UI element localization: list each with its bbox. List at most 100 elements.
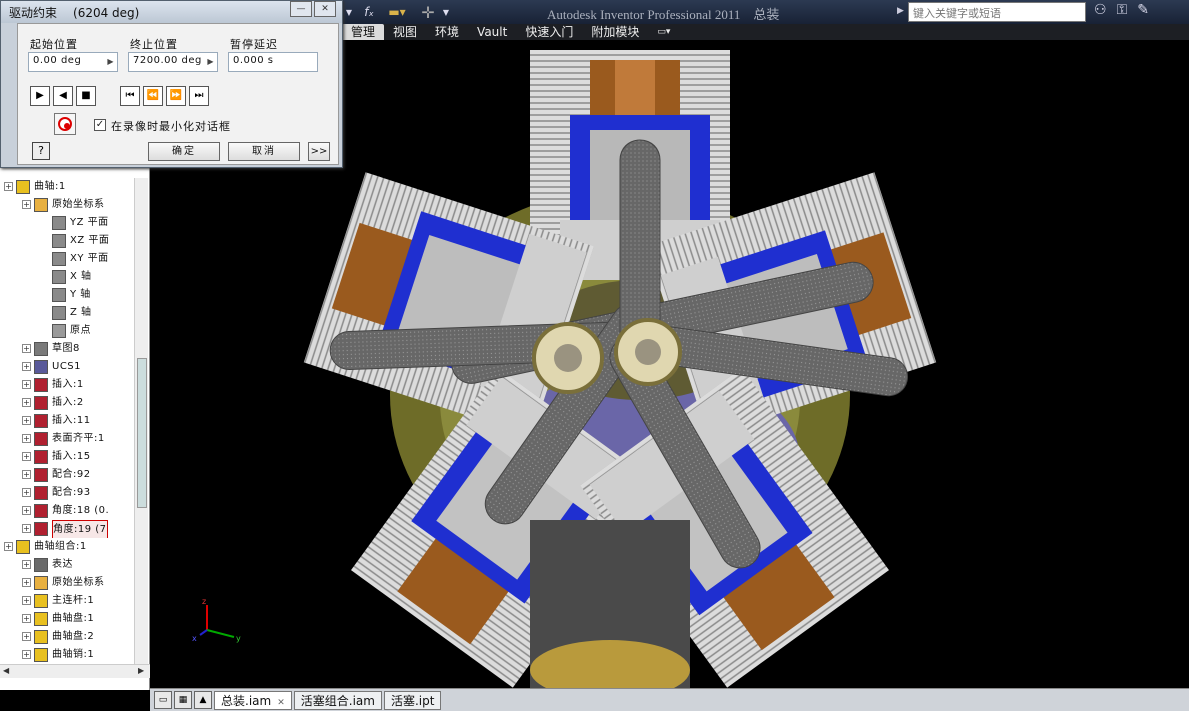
- tab-vault[interactable]: Vault: [468, 24, 516, 40]
- tree-node[interactable]: + 角度:19 (7: [4, 520, 134, 538]
- minimize-button[interactable]: —: [290, 1, 312, 17]
- tree-node[interactable]: + 配合:92: [4, 466, 134, 484]
- tab-list-icon[interactable]: ▲: [194, 691, 212, 709]
- stop-button[interactable]: ■: [76, 86, 96, 106]
- tree-node[interactable]: + 曲轴盘:1: [4, 610, 134, 628]
- forward-step-button[interactable]: ⏩: [166, 86, 186, 106]
- qat-more-icon[interactable]: ▼: [440, 2, 452, 22]
- tree-node[interactable]: + 曲轴销:1: [4, 646, 134, 664]
- expand-icon[interactable]: +: [22, 596, 31, 605]
- go-to-end-button[interactable]: ⏭: [189, 86, 209, 106]
- browser-vertical-scrollbar[interactable]: [134, 178, 148, 678]
- play-forward-button[interactable]: ▶: [30, 86, 50, 106]
- tree-node-label: 插入:2: [52, 397, 84, 408]
- expand-icon[interactable]: +: [22, 488, 31, 497]
- expand-icon[interactable]: +: [22, 506, 31, 515]
- crosshair-icon[interactable]: ✛: [418, 2, 438, 22]
- help-button[interactable]: ?: [32, 142, 50, 160]
- search-input[interactable]: 键入关键字或短语: [908, 2, 1086, 22]
- more-button[interactable]: >>: [308, 142, 330, 161]
- expand-icon[interactable]: +: [22, 470, 31, 479]
- tree-node[interactable]: + 插入:1: [4, 376, 134, 394]
- close-button[interactable]: ✕: [314, 1, 336, 17]
- browser-horizontal-scrollbar[interactable]: ◀ ▶: [0, 664, 150, 678]
- pause-delay-field[interactable]: 0.000 s: [228, 52, 318, 72]
- svg-text:y: y: [236, 634, 241, 643]
- folder-icon: [34, 576, 48, 590]
- expand-icon[interactable]: +: [22, 200, 31, 209]
- tree-node[interactable]: XY 平面: [4, 250, 134, 268]
- expand-icon[interactable]: +: [22, 416, 31, 425]
- binoculars-icon[interactable]: ⚇: [1094, 2, 1107, 18]
- tree-node[interactable]: + 原始坐标系: [4, 574, 134, 592]
- tab-manage[interactable]: 管理: [342, 24, 385, 40]
- tree-node[interactable]: + UCS1: [4, 358, 134, 376]
- tree-node[interactable]: + 表达: [4, 556, 134, 574]
- end-position-field[interactable]: 7200.00 deg ▶: [128, 52, 218, 72]
- tree-node[interactable]: + 曲轴:1: [4, 178, 134, 196]
- expand-icon[interactable]: +: [4, 542, 13, 551]
- tree-node[interactable]: + 插入:2: [4, 394, 134, 412]
- tree-node[interactable]: + 角度:18 (0.: [4, 502, 134, 520]
- tile-windows-icon[interactable]: ▦: [174, 691, 192, 709]
- minimize-while-recording-checkbox[interactable]: ✓: [94, 119, 106, 131]
- scroll-left-icon[interactable]: ◀: [3, 666, 9, 675]
- cancel-button[interactable]: 取消: [228, 142, 300, 161]
- model-tree[interactable]: + 曲轴:1 + 原始坐标系 YZ 平面 XZ 平面 XY 平面 X 轴Y 轴Z 轴原点 + 草图…: [4, 178, 134, 678]
- expand-icon[interactable]: +: [22, 632, 31, 641]
- wrench-icon[interactable]: ✎: [1137, 2, 1149, 18]
- record-button[interactable]: [54, 113, 76, 135]
- measure-icon[interactable]: ▬▾: [382, 2, 412, 22]
- start-position-field[interactable]: 0.00 deg ▶: [28, 52, 118, 72]
- expand-icon[interactable]: +: [22, 614, 31, 623]
- tree-node[interactable]: Z 轴: [4, 304, 134, 322]
- key-icon[interactable]: ⚿: [1117, 2, 1128, 18]
- tree-node[interactable]: + 插入:11: [4, 412, 134, 430]
- expand-icon[interactable]: +: [22, 452, 31, 461]
- ok-button[interactable]: 确定: [148, 142, 220, 161]
- expand-icon[interactable]: +: [22, 578, 31, 587]
- tree-node[interactable]: + 表面齐平:1: [4, 430, 134, 448]
- tree-node[interactable]: XZ 平面: [4, 232, 134, 250]
- play-reverse-button[interactable]: ◀: [53, 86, 73, 106]
- scrollbar-thumb[interactable]: [137, 358, 147, 508]
- reverse-step-button[interactable]: ⏪: [143, 86, 163, 106]
- doc-tab-piston-part[interactable]: 活塞.ipt: [383, 690, 442, 710]
- expand-icon[interactable]: +: [22, 524, 31, 533]
- tree-node[interactable]: 原点: [4, 322, 134, 340]
- tree-node[interactable]: YZ 平面: [4, 214, 134, 232]
- doc-tab-piston-assembly[interactable]: 活塞组合.iam: [293, 690, 382, 710]
- tree-node[interactable]: + 配合:93: [4, 484, 134, 502]
- tree-node[interactable]: Y 轴: [4, 286, 134, 304]
- close-tab-icon[interactable]: ✕: [277, 698, 285, 708]
- doc-tab-main-assembly[interactable]: 总装.iam ✕: [214, 690, 292, 710]
- tree-node[interactable]: + 曲轴盘:2: [4, 628, 134, 646]
- expand-icon[interactable]: +: [22, 344, 31, 353]
- dropdown-arrow-icon[interactable]: ▼: [344, 2, 354, 22]
- tab-environment[interactable]: 环境: [426, 24, 468, 40]
- expand-icon[interactable]: +: [4, 182, 13, 191]
- field-menu-icon[interactable]: ▶: [207, 57, 214, 66]
- scroll-right-icon[interactable]: ▶: [138, 666, 144, 675]
- expand-icon[interactable]: +: [22, 362, 31, 371]
- tree-node[interactable]: + 原始坐标系: [4, 196, 134, 214]
- go-to-start-button[interactable]: ⏮: [120, 86, 140, 106]
- expand-icon[interactable]: +: [22, 398, 31, 407]
- tree-node[interactable]: + 曲轴组合:1: [4, 538, 134, 556]
- function-icon[interactable]: fₓ: [358, 2, 380, 22]
- tab-add-ins[interactable]: 附加模块: [582, 24, 648, 40]
- tab-get-started[interactable]: 快速入门: [516, 24, 582, 40]
- expand-icon[interactable]: +: [22, 560, 31, 569]
- expand-icon[interactable]: +: [22, 650, 31, 659]
- expand-icon[interactable]: +: [22, 434, 31, 443]
- cascade-windows-icon[interactable]: ▭: [154, 691, 172, 709]
- tree-node[interactable]: + 插入:15: [4, 448, 134, 466]
- tree-node[interactable]: + 主连杆:1: [4, 592, 134, 610]
- tree-node[interactable]: + 草图8: [4, 340, 134, 358]
- tree-node[interactable]: X 轴: [4, 268, 134, 286]
- search-expand-icon[interactable]: ▶: [897, 6, 904, 16]
- field-menu-icon[interactable]: ▶: [107, 57, 114, 66]
- ribbon-options-icon[interactable]: ▭▾: [648, 24, 679, 40]
- tab-view[interactable]: 视图: [384, 24, 426, 40]
- expand-icon[interactable]: +: [22, 380, 31, 389]
